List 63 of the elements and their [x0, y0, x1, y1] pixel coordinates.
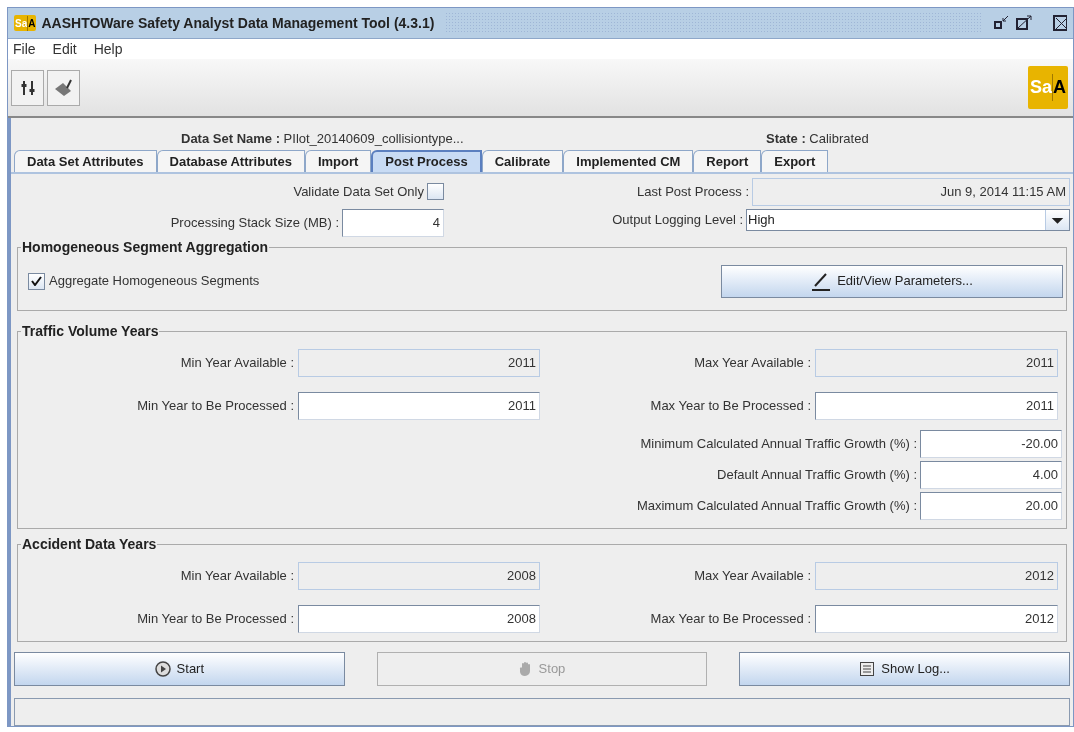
read-only-field: Jun 9, 2014 11:15 AM	[752, 177, 1070, 206]
field-label: Max Year to Be Processed :	[649, 397, 812, 416]
field-label: Min Year to Be Processed :	[136, 397, 295, 416]
pencil-icon	[811, 271, 832, 291]
read-only-field: 2011	[298, 349, 540, 377]
action-button[interactable]: Show Log...	[739, 652, 1070, 686]
menu-item[interactable]: Help	[93, 38, 123, 60]
input-field[interactable]: -20.00	[920, 430, 1062, 458]
settings-button[interactable]	[11, 69, 44, 106]
read-only-field: 2012	[815, 562, 1058, 590]
menu-item[interactable]: File	[13, 38, 36, 60]
read-only-field: 2011	[815, 349, 1058, 377]
input-field[interactable]: 2011	[815, 392, 1058, 420]
hand-icon	[518, 661, 533, 677]
close-icon[interactable]	[1053, 15, 1067, 31]
read-only-field: 2008	[298, 562, 540, 590]
field-label: Default Annual Traffic Growth (%) :	[717, 466, 917, 485]
tab[interactable]: Import	[304, 150, 372, 172]
field-label: Minimum Calculated Annual Traffic Growth (%) :	[640, 435, 917, 454]
field-label: Maximum Calculated Annual Traffic Growth (%) :	[636, 497, 917, 516]
field-label: Max Year to Be Processed :	[649, 610, 812, 629]
checkbox[interactable]	[427, 183, 444, 200]
last-post-label: Last Post Process :	[636, 182, 749, 201]
tab[interactable]: Report	[693, 150, 762, 172]
input-field[interactable]: 2011	[298, 392, 540, 420]
field-label: Max Year Available :	[693, 567, 812, 586]
window-title: AASHTOWare Safety Analyst Data Management Tool (4.3.1)	[41, 13, 435, 33]
logging-label: Output Logging Level :	[611, 211, 743, 230]
input-field[interactable]: 2008	[298, 605, 540, 633]
app-logo: SaA	[14, 15, 37, 31]
stack-label: Processing Stack Size (MB) :	[170, 214, 339, 233]
tab[interactable]: Post Process	[371, 150, 482, 172]
input-field[interactable]: 2012	[815, 605, 1058, 633]
field-label: Max Year Available :	[693, 354, 812, 373]
group-title: Homogeneous Segment Aggregation	[21, 238, 270, 256]
field-label: Min Year to Be Processed :	[136, 610, 295, 629]
checkbox[interactable]	[28, 272, 45, 290]
field-label: Min Year Available :	[179, 567, 295, 586]
action-button[interactable]: Start	[14, 652, 345, 686]
maximize-icon[interactable]	[1015, 15, 1033, 31]
menu-item[interactable]: Edit	[52, 38, 77, 60]
state-text: State : Calibrated	[766, 129, 869, 148]
play-icon	[154, 661, 171, 677]
tab[interactable]: Data Set Attributes	[14, 150, 157, 172]
brand-logo: SaA	[1027, 66, 1068, 109]
input-field[interactable]: 4	[342, 209, 444, 237]
document-icon	[859, 661, 876, 677]
input-field[interactable]: 4.00	[920, 461, 1062, 489]
edit-parameters-button[interactable]: Edit/View Parameters...	[721, 264, 1063, 298]
checkbox-label: Aggregate Homogeneous Segments	[49, 272, 260, 291]
data-set-name: Data Set Name : PIlot_20140609_collisiontype...	[181, 129, 465, 148]
tool-button[interactable]	[47, 69, 80, 106]
field-label: Min Year Available :	[179, 354, 295, 373]
logging-dropdown[interactable]: High	[746, 209, 1070, 231]
input-field[interactable]: 20.00	[920, 492, 1062, 520]
tab[interactable]: Export	[761, 150, 829, 172]
broom-icon	[53, 78, 74, 97]
tab[interactable]: Implemented CM	[563, 150, 694, 172]
tab[interactable]: Database Attributes	[156, 150, 305, 172]
minimize-icon[interactable]	[992, 15, 1010, 31]
validate-label: Validate Data Set Only	[293, 182, 424, 201]
tab[interactable]: Calibrate	[481, 150, 564, 172]
sliders-icon	[20, 79, 35, 96]
